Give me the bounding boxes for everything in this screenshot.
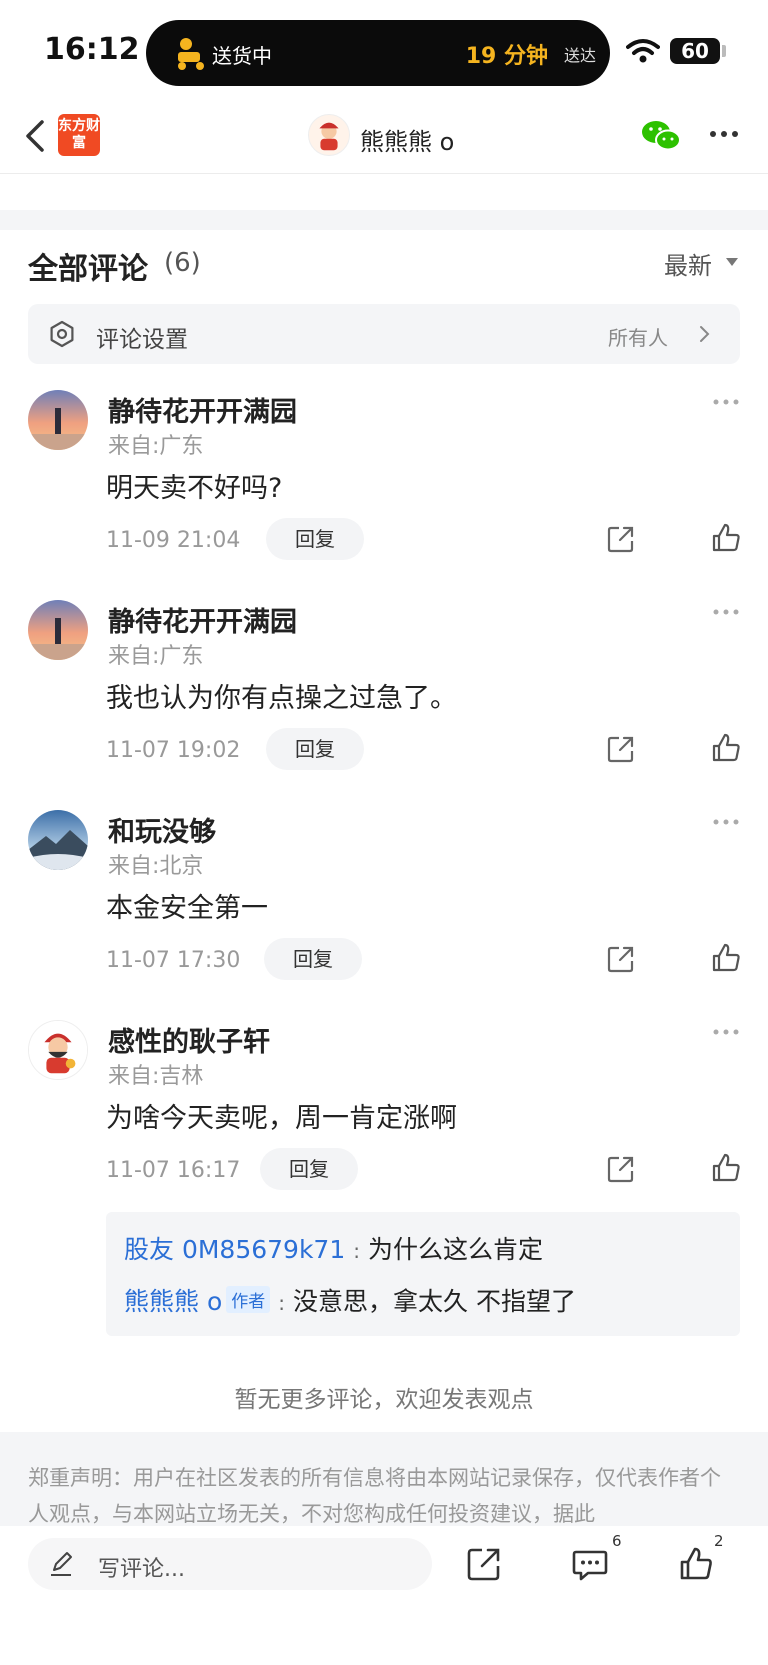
comments-count: (6) [164,248,201,278]
delivery-eta-suffix: 送达 [563,46,596,65]
user-avatar[interactable] [28,1020,88,1080]
like-icon[interactable] [710,1152,742,1184]
comment-author[interactable]: 和玩没够 [108,810,216,849]
section-divider [0,210,768,230]
comment-author[interactable]: 感性的耿子轩 [108,1020,270,1059]
battery-indicator: 60 [670,38,720,64]
delivery-rider-icon [178,38,204,70]
comment-text: 我也认为你有点操之过急了。 [106,683,457,714]
more-icon[interactable] [712,398,740,406]
reply-button[interactable]: 回复 [264,938,362,980]
wifi-icon [626,39,660,63]
comment-text: 明天卖不好吗? [106,473,283,504]
user-avatar[interactable] [28,600,88,660]
share-icon[interactable] [606,524,636,554]
comment-input-placeholder: 写评论... [98,1557,185,1582]
reply-button[interactable]: 回复 [266,728,364,770]
share-icon[interactable] [606,734,636,764]
reply-thread[interactable]: 股友 0M85679k71: 为什么这么肯定 熊熊熊 o 作者: 没意思，拿太久 不指… [106,1212,740,1336]
reply-author[interactable]: 股友 0M85679k71 [124,1235,345,1264]
comment-time: 11-09 21:04 [106,528,241,553]
share-icon[interactable] [606,944,636,974]
more-icon[interactable] [708,124,740,144]
comment-time: 11-07 17:30 [106,948,241,973]
comments-title: 全部评论 [28,252,148,287]
user-avatar[interactable] [28,390,88,450]
no-more-comments: 暂无更多评论，欢迎发表观点 [234,1387,534,1413]
pencil-icon [51,1552,72,1576]
comment-location: 来自:广东 [108,434,204,459]
like-icon[interactable] [710,942,742,974]
like-icon[interactable] [710,732,742,764]
caret-down-icon[interactable] [726,258,738,266]
comment-settings-row[interactable]: 评论设置 所有人 [28,304,740,364]
share-icon[interactable] [606,1154,636,1184]
like-count-badge: 2 [714,1532,724,1550]
comment-text: 本金安全第一 [106,893,268,924]
status-bar: 16:12 送货中 19 分钟 送达 60 [0,0,768,100]
status-time: 16:12 [44,32,140,67]
author-badge: 作者 [226,1286,271,1313]
reply-text: 没意思，拿太久 不指望了 [293,1287,576,1316]
comment-location: 来自:北京 [108,854,204,879]
reply-button[interactable]: 回复 [260,1148,358,1190]
comment-text: 为啥今天卖呢，周一肯定涨啊 [106,1103,457,1134]
comment-location: 来自:吉林 [108,1064,204,1089]
comment-count-badge: 6 [612,1532,622,1550]
reply-item[interactable]: 股友 0M85679k71: 为什么这么肯定 [124,1230,543,1266]
settings-value: 所有人 [608,326,668,350]
comment-time: 11-07 19:02 [106,738,241,763]
author-avatar[interactable] [308,114,350,156]
sort-select[interactable]: 最新 [664,246,712,281]
comment-time: 11-07 16:17 [106,1158,241,1183]
back-icon[interactable] [22,116,50,156]
battery-cap [722,45,726,57]
more-icon[interactable] [712,1028,740,1036]
nav-bar: 东方财富 熊熊熊 o [0,100,768,174]
delivery-live-activity[interactable]: 送货中 19 分钟 送达 [146,20,610,86]
bottom-action-bar: 写评论... 6 2 [0,1526,768,1665]
comment-author[interactable]: 静待花开开满园 [108,390,297,429]
reply-item[interactable]: 熊熊熊 o 作者: 没意思，拿太久 不指望了 [124,1282,576,1318]
wechat-icon[interactable] [640,118,682,154]
delivery-status: 送货中 [212,44,272,68]
reply-text: 为什么这么肯定 [368,1235,544,1264]
settings-label: 评论设置 [96,327,188,353]
reply-separator: : [353,1239,360,1263]
comment-icon[interactable] [572,1548,608,1582]
like-icon[interactable] [678,1546,714,1582]
reply-author[interactable]: 熊熊熊 o [124,1287,222,1316]
reply-button[interactable]: 回复 [266,518,364,560]
chevron-right-icon [700,326,710,342]
like-icon[interactable] [710,522,742,554]
reply-separator: : [278,1291,285,1315]
user-avatar[interactable] [28,810,88,870]
author-name[interactable]: 熊熊熊 o [360,122,454,157]
more-icon[interactable] [712,818,740,826]
more-icon[interactable] [712,608,740,616]
delivery-eta: 19 分钟 [465,44,548,69]
write-comment-input[interactable]: 写评论... [28,1538,432,1590]
comment-author[interactable]: 静待花开开满园 [108,600,297,639]
gear-icon [50,320,74,348]
share-icon[interactable] [466,1546,502,1582]
comment-location: 来自:广东 [108,644,204,669]
brand-logo[interactable]: 东方财富 [58,114,100,156]
